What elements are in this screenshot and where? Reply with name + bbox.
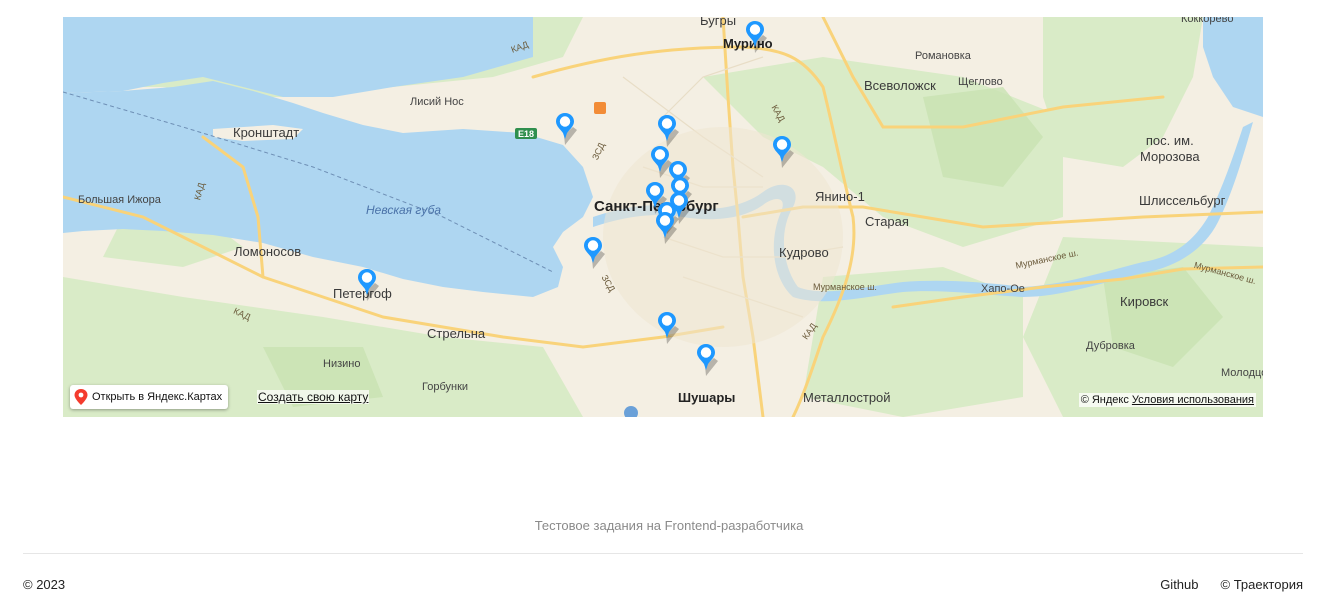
label-bugry: Бугры — [700, 17, 737, 28]
assignment-note: Тестовое задания на Frontend-разработчик… — [534, 518, 804, 533]
open-in-yandex-maps-button[interactable]: Открыть в Яндекс.Картах — [70, 385, 229, 409]
company-link[interactable]: © Траектория — [1221, 577, 1304, 592]
label-lomonosov: Ломоносов — [234, 244, 302, 259]
label-nevskaya-guba: Невская губа — [366, 203, 442, 217]
place-marker[interactable] — [553, 111, 581, 147]
marker-pin-icon — [556, 113, 577, 145]
yandex-map[interactable]: Бугры Коккорево Мурино Романовка Всеволо… — [63, 17, 1263, 417]
label-shushary: Шушары — [678, 390, 736, 405]
marker-pin-icon — [773, 136, 794, 168]
label-kudrovo: Кудрово — [779, 245, 829, 260]
label-yanino: Янино-1 — [815, 189, 865, 204]
place-marker[interactable] — [694, 342, 722, 378]
label-khapo-oe: Хапо-Ое — [981, 283, 1025, 295]
footer-links: Github © Траектория — [1160, 577, 1303, 592]
open-in-yandex-maps-label: Открыть в Яндекс.Картах — [92, 391, 223, 403]
label-pos-morozova: пос. им. Морозова — [1140, 133, 1200, 164]
copyright-text: © Яндекс — [1080, 394, 1129, 406]
place-marker[interactable] — [581, 235, 609, 271]
label-metallostroy: Металлострой — [803, 390, 891, 405]
label-vsevolozhsk: Всеволожск — [864, 78, 936, 93]
marker-pin-icon — [358, 269, 379, 301]
label-kronshtadt: Кронштадт — [233, 125, 300, 140]
road-label-murmansk-1: Мурманское ш. — [813, 282, 877, 292]
label-bolshaya-izhora: Большая Ижора — [78, 194, 161, 206]
label-gorbunki: Горбунки — [422, 381, 469, 393]
label-kirovsk: Кировск — [1120, 294, 1169, 309]
label-nizino: Низино — [323, 358, 361, 370]
marker-pin-icon — [658, 312, 679, 344]
place-marker[interactable] — [655, 310, 683, 346]
location-pin-icon — [74, 389, 88, 405]
label-shcheglovo: Щеглово — [958, 76, 1003, 88]
label-romanovka: Романовка — [915, 50, 971, 62]
marker-pin-icon — [584, 237, 605, 269]
label-lisiy-nos: Лисий Нос — [410, 96, 464, 108]
label-kokkorevo: Коккорево — [1181, 17, 1234, 25]
map-copyright: © Яндекс Условия использования — [1078, 393, 1256, 407]
github-link[interactable]: Github — [1160, 577, 1198, 592]
terms-of-use-link[interactable]: Условия использования — [1132, 394, 1254, 406]
marker-pin-icon — [746, 21, 767, 53]
marker-pin-icon — [697, 344, 718, 376]
create-map-link[interactable]: Создать свою карту — [257, 390, 370, 404]
label-strelna: Стрельна — [427, 326, 486, 341]
label-shlisselburg: Шлиссельбург — [1139, 193, 1226, 208]
marker-pin-icon — [656, 212, 677, 244]
label-staraya: Старая — [865, 214, 909, 229]
place-marker[interactable] — [653, 210, 681, 246]
place-marker[interactable] — [770, 134, 798, 170]
label-molodtsovo: Молодцово — [1221, 367, 1263, 379]
place-marker[interactable] — [743, 19, 771, 55]
label-dubrovka: Дубровка — [1086, 340, 1135, 352]
road-label-e18: E18 — [518, 129, 535, 139]
place-marker[interactable] — [355, 267, 383, 303]
footer-divider — [23, 553, 1303, 554]
footer-copyright-year: © 2023 — [23, 577, 66, 592]
